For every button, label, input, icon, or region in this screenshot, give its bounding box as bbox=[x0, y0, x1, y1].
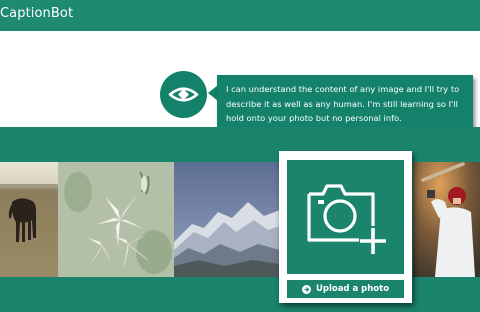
camera-add-icon bbox=[307, 184, 386, 254]
upload-dropzone[interactable] bbox=[287, 160, 404, 274]
sample-photo-mountains[interactable] bbox=[174, 162, 280, 277]
app-title: CaptionBot bbox=[0, 6, 74, 21]
upload-photo-button[interactable]: Upload a photo bbox=[287, 280, 404, 298]
upload-arrow-icon bbox=[301, 284, 311, 294]
upload-card[interactable]: Upload a photo bbox=[279, 151, 412, 303]
bot-avatar bbox=[160, 71, 207, 118]
intro-section: I can understand the content of any imag… bbox=[0, 31, 480, 133]
intro-speech-bubble: I can understand the content of any imag… bbox=[217, 75, 473, 133]
sample-photo-lilies[interactable] bbox=[58, 162, 174, 277]
eye-icon bbox=[168, 87, 199, 102]
sample-photo-baseball[interactable] bbox=[413, 162, 480, 277]
sample-photo-horse[interactable] bbox=[0, 162, 58, 277]
upload-photo-label: Upload a photo bbox=[315, 284, 390, 294]
top-bar: CaptionBot bbox=[0, 0, 480, 31]
